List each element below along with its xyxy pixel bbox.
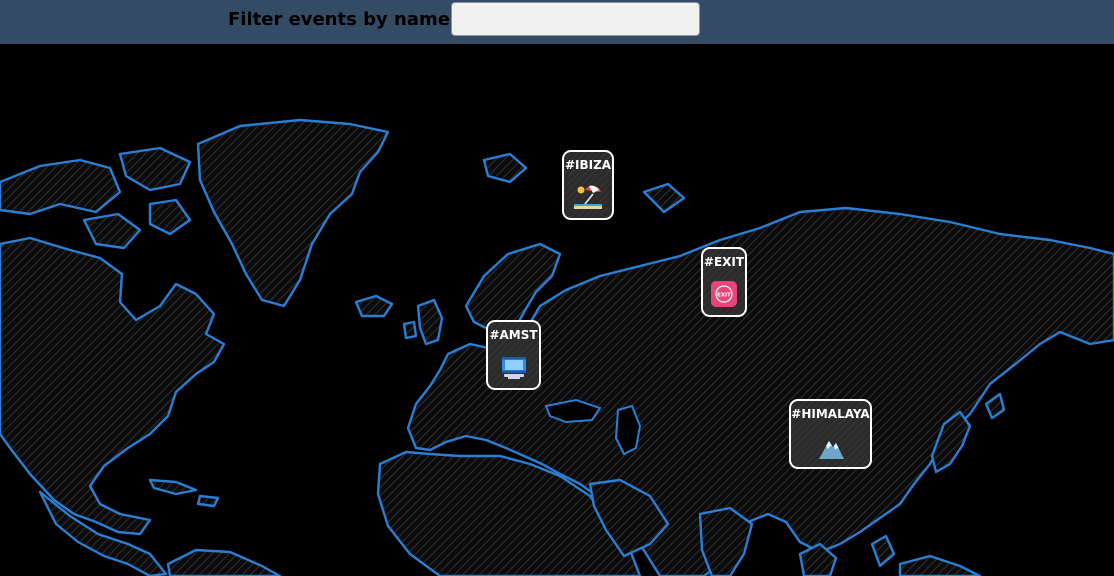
event-marker-himalaya[interactable]: #HIMALAYA [789,399,872,469]
film-reel-icon [501,357,526,379]
beach-umbrella-icon [574,185,602,209]
world-map-outline [0,118,1114,576]
event-name: #HIMALAYA [791,407,870,421]
event-marker-ibiza[interactable]: #IBIZA [562,150,614,220]
event-marker-exit[interactable]: #EXIT EXIT [701,247,747,317]
filter-label: Filter events by name: [228,9,458,30]
exit-badge-text: EXIT [717,293,731,299]
filter-input[interactable] [451,2,700,36]
mountain-icon [818,441,844,459]
filter-bar: Filter events by name: [0,0,1114,44]
event-name: #EXIT [703,255,745,269]
event-marker-amst[interactable]: #AMST [486,320,541,390]
event-name: #AMST [489,328,538,342]
exit-badge-icon: EXIT [711,281,737,307]
world-map[interactable]: #IBIZA #EXIT EXIT #AMST #HIMALAYA [0,44,1114,576]
event-name: #IBIZA [564,158,612,172]
